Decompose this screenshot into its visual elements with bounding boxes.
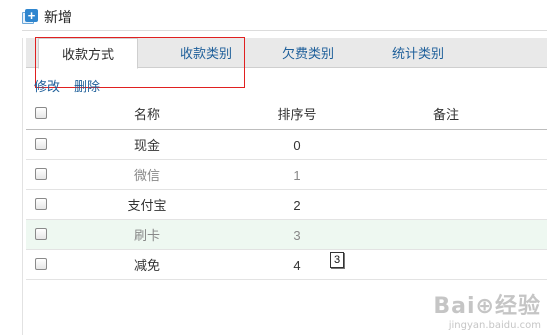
row-sort: 3 [293, 228, 301, 243]
row-checkbox[interactable] [35, 138, 47, 150]
row-sort: 2 [293, 198, 301, 213]
tooltip-callout: 3 [330, 252, 344, 268]
row-checkbox[interactable] [35, 258, 47, 270]
select-all-checkbox[interactable] [35, 107, 47, 119]
tab-bar: 收款方式 收款类别 欠费类别 统计类别 [26, 38, 547, 69]
row-name: 减免 [133, 258, 160, 273]
row-note [391, 160, 501, 190]
header-note: 备注 [432, 107, 459, 122]
toolbar: + 新增 [22, 6, 72, 28]
toolbar-divider [22, 30, 547, 31]
table-row[interactable]: 现金 0 [26, 130, 547, 160]
header-sort: 排序号 [277, 107, 317, 122]
table-row[interactable]: 微信 1 [26, 160, 547, 190]
table-row[interactable]: 支付宝 2 [26, 190, 547, 220]
row-sort: 0 [293, 138, 301, 153]
tab-payment-category[interactable]: 收款类别 [156, 38, 256, 68]
row-name: 支付宝 [127, 198, 167, 213]
tab-payment-method[interactable]: 收款方式 [38, 38, 138, 69]
watermark-logo: Bai⊕经验 jingyan.baidu.com [433, 288, 541, 331]
tab-statistics-category[interactable]: 统计类别 [368, 38, 468, 68]
row-note [391, 130, 501, 160]
row-note [391, 250, 501, 280]
add-button[interactable]: 新增 [44, 7, 72, 27]
row-name: 微信 [133, 168, 160, 183]
table-header: 名称 排序号 备注 [26, 99, 547, 130]
action-links: 修改 删除 [34, 76, 100, 95]
edit-link[interactable]: 修改 [34, 76, 60, 95]
payment-method-table: 名称 排序号 备注 现金 0 微信 1 支付宝 2 刷卡 3 减免 4 [26, 99, 547, 280]
row-checkbox[interactable] [35, 168, 47, 180]
row-name: 刷卡 [133, 228, 160, 243]
panel-border [22, 38, 23, 335]
row-checkbox[interactable] [35, 228, 47, 240]
row-name: 现金 [133, 138, 160, 153]
table-row[interactable]: 减免 4 [26, 250, 547, 280]
row-note [391, 190, 501, 220]
add-icon[interactable]: + [22, 9, 38, 25]
delete-link[interactable]: 删除 [74, 76, 100, 95]
row-note [391, 220, 501, 250]
watermark-main: Bai⊕经验 [433, 294, 541, 319]
watermark-sub: jingyan.baidu.com [448, 320, 541, 331]
tab-arrears-category[interactable]: 欠费类别 [258, 38, 358, 68]
table-row[interactable]: 刷卡 3 [26, 220, 547, 250]
row-sort: 1 [293, 168, 301, 183]
header-name: 名称 [133, 107, 160, 122]
row-checkbox[interactable] [35, 198, 47, 210]
